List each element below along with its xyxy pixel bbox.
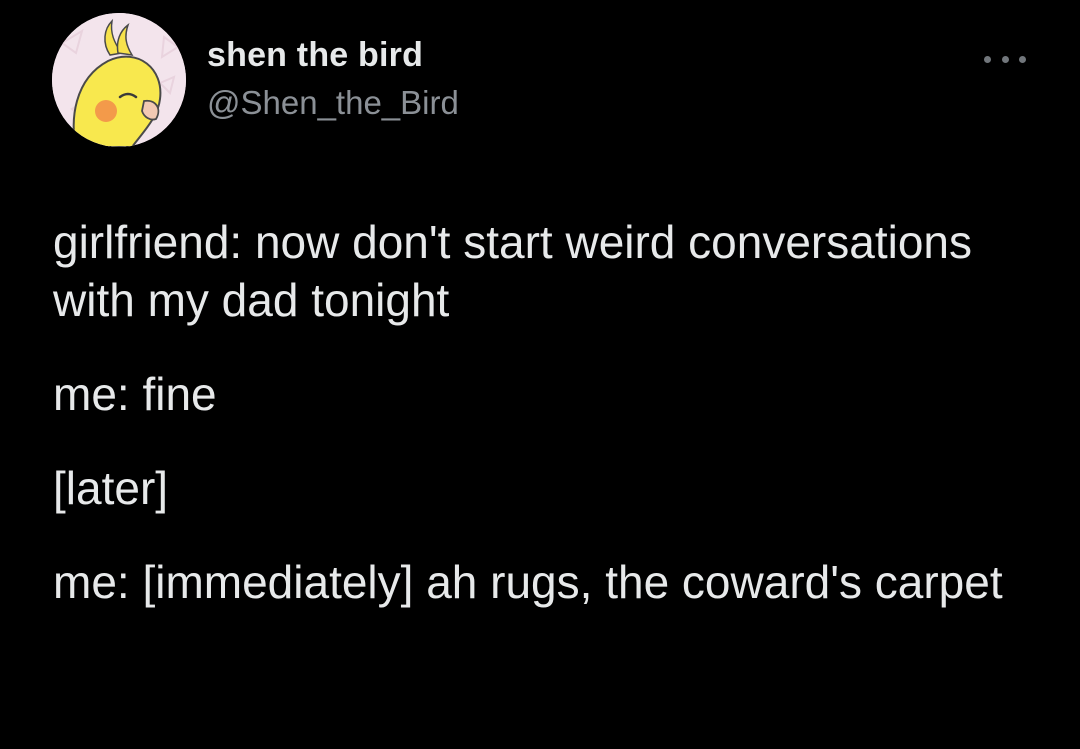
tweet-paragraph: girlfriend: now don't start weird conver… [53, 216, 972, 326]
author-handle[interactable]: @Shen_the_Bird [207, 84, 459, 122]
tweet-paragraph: [later] [53, 462, 169, 514]
more-dot [1019, 55, 1026, 63]
cockatiel-avatar-icon [52, 13, 186, 147]
author-display-name[interactable]: shen the bird [207, 36, 423, 75]
tweet-card: shen the bird @Shen_the_Bird girlfriend:… [0, 0, 1080, 749]
more-dot [1001, 55, 1009, 63]
tweet-paragraph: me: [immediately] ah rugs, the coward's … [53, 556, 1003, 608]
author-avatar[interactable] [52, 13, 186, 147]
tweet-text: girlfriend: now don't start weird conver… [53, 213, 1053, 611]
more-dot [984, 55, 991, 63]
tweet-paragraph: me: fine [53, 368, 217, 420]
more-options-icon[interactable] [984, 46, 1026, 72]
